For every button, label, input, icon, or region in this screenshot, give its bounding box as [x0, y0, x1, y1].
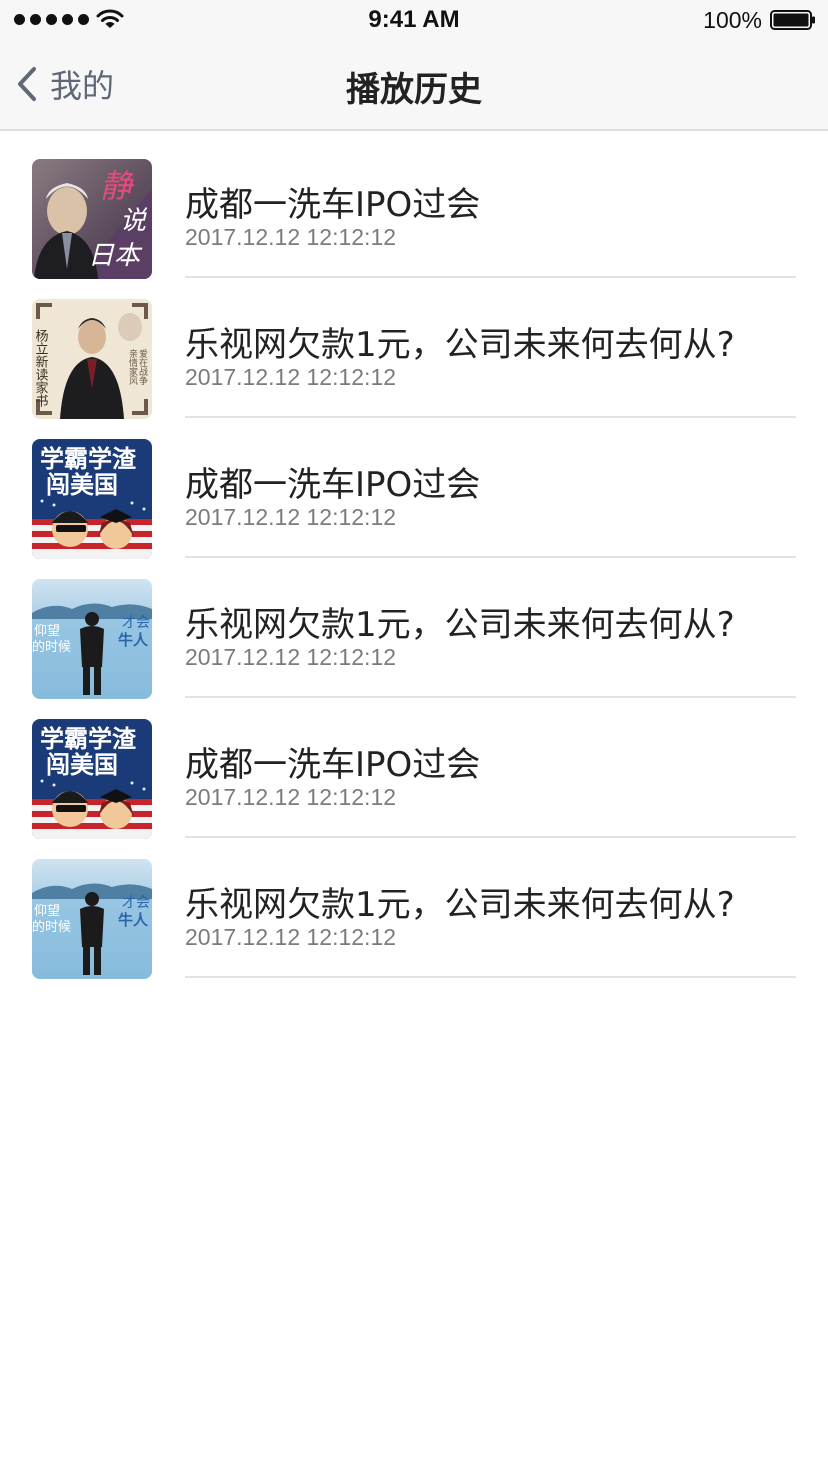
item-timestamp: 2017.12.12 12:12:12 — [185, 924, 397, 950]
thumbnail-image: 静 说 日本 — [32, 159, 152, 279]
status-bar: 9:41 AM 100% — [0, 0, 828, 40]
thumbnail-caption: 才会 — [122, 615, 150, 631]
history-list: 静 说 日本 成都一洗车IPO过会 2017.12.12 12:12:12 杨立… — [0, 131, 828, 979]
history-item[interactable]: 静 说 日本 成都一洗车IPO过会 2017.12.12 12:12:12 — [0, 131, 828, 279]
history-item[interactable]: 仰望 的时候 才会 牛人 乐视网欠款1元，公司未来何去何从? 2017.12.1… — [0, 831, 828, 979]
thumbnail-caption: 说 — [120, 206, 148, 236]
item-timestamp: 2017.12.12 12:12:12 — [185, 644, 397, 670]
thumbnail-caption: 闯美国 — [46, 471, 118, 499]
thumbnail-caption: 杨立新读家书 — [33, 329, 49, 408]
thumbnail-image: 仰望 的时候 才会 牛人 — [32, 859, 152, 979]
thumbnail-caption: 亲情家风 — [127, 348, 138, 386]
thumbnail-caption: 学霸学渣 — [40, 725, 137, 753]
history-item[interactable]: 仰望 的时候 才会 牛人 乐视网欠款1元，公司未来何去何从? 2017.12.1… — [0, 551, 828, 699]
thumbnail-caption: 的时候 — [32, 919, 71, 935]
thumbnail-caption: 日本 — [88, 241, 143, 271]
thumbnail-image: 学霸学渣 闯美国 — [32, 719, 152, 839]
thumbnail-caption: 的时候 — [32, 639, 71, 655]
item-title: 乐视网欠款1元，公司未来何去何从? — [185, 325, 735, 365]
thumbnail-caption: 静 — [100, 167, 135, 205]
item-title: 乐视网欠款1元，公司未来何去何从? — [185, 885, 735, 925]
history-item[interactable]: 学霸学渣 闯美国 成都一洗车IPO过会 2017.12.12 12:12:12 — [0, 411, 828, 559]
history-item[interactable]: 杨立新读家书 亲情家风 爱在战争 乐视网欠款1元，公司未来何去何从? 2017.… — [0, 271, 828, 419]
item-timestamp: 2017.12.12 12:12:12 — [185, 784, 397, 810]
thumbnail-image: 杨立新读家书 亲情家风 爱在战争 — [32, 299, 152, 419]
item-timestamp: 2017.12.12 12:12:12 — [185, 224, 397, 250]
navigation-bar: 我的 播放历史 — [0, 40, 828, 131]
thumbnail-caption: 牛人 — [118, 911, 149, 929]
thumbnail-caption: 仰望 — [34, 903, 60, 919]
thumbnail-image: 学霸学渣 闯美国 — [32, 439, 152, 559]
thumbnail-caption: 爱在战争 — [137, 349, 148, 386]
item-title: 成都一洗车IPO过会 — [185, 465, 481, 505]
thumbnail-caption: 闯美国 — [46, 751, 118, 779]
history-item[interactable]: 学霸学渣 闯美国 成都一洗车IPO过会 2017.12.12 12:12:12 — [0, 691, 828, 839]
item-title: 成都一洗车IPO过会 — [185, 185, 481, 225]
item-title: 乐视网欠款1元，公司未来何去何从? — [185, 605, 735, 645]
thumbnail-caption: 牛人 — [118, 631, 149, 649]
divider — [185, 976, 796, 978]
thumbnail-image: 仰望 的时候 才会 牛人 — [32, 579, 152, 699]
item-timestamp: 2017.12.12 12:12:12 — [185, 364, 397, 390]
thumbnail-caption: 才会 — [122, 895, 150, 911]
item-timestamp: 2017.12.12 12:12:12 — [185, 504, 397, 530]
page-title: 播放历史 — [346, 70, 482, 110]
battery-percentage: 100% — [703, 7, 762, 33]
battery-icon — [770, 10, 815, 30]
thumbnail-caption: 学霸学渣 — [40, 445, 137, 473]
item-title: 成都一洗车IPO过会 — [185, 745, 481, 785]
thumbnail-caption: 仰望 — [34, 623, 60, 639]
